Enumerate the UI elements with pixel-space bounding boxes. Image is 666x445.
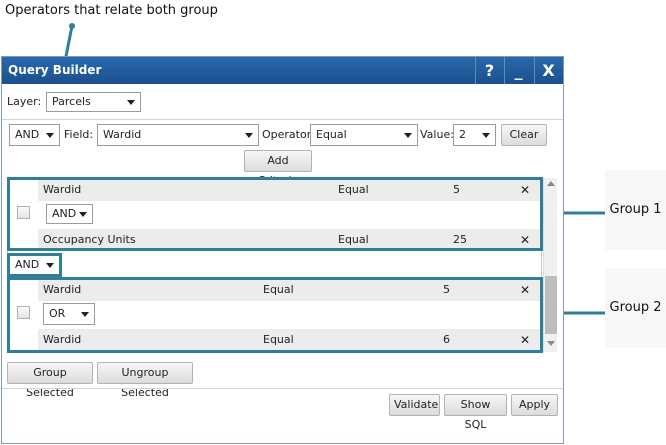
group-2-highlight [7,277,543,353]
operator-select[interactable]: Equal [310,124,418,146]
help-icon[interactable]: ? [475,57,503,84]
between-groups-highlight [7,253,62,277]
value-select[interactable]: 2 [453,124,496,146]
chevron-down-icon [404,133,412,138]
chevron-down-icon [482,133,490,138]
validate-button[interactable]: Validate [389,394,440,416]
query-builder-dialog: Query Builder ? _ X Layer: Parcels AND F… [1,56,564,444]
value-select-value: 2 [459,128,466,141]
group-selected-button[interactable]: Group Selected [7,362,93,399]
add-criteria-button[interactable]: Add Criteria [244,150,312,187]
criteria-join-select[interactable]: AND [9,124,60,146]
divider [2,388,563,389]
scroll-down-icon[interactable] [547,341,555,346]
layer-select[interactable]: Parcels [46,92,141,112]
dialog-title: Query Builder [8,63,102,77]
ungroup-selected-button[interactable]: Ungroup Selected [97,362,193,399]
chevron-down-icon [245,133,253,138]
close-icon[interactable]: X [534,57,562,84]
operator-select-value: Equal [316,128,347,141]
minimize-icon[interactable]: _ [504,57,532,84]
scroll-up-icon[interactable] [547,181,555,186]
layer-select-value: Parcels [52,95,91,108]
annotation-arrow-dot [69,23,75,29]
field-select-value: Wardid [103,128,142,141]
operator-label: Operator: [262,128,315,141]
field-label: Field: [64,128,94,141]
group1-callout: Group 1 [605,170,666,250]
clear-button[interactable]: Clear [501,124,547,146]
criteria-join-value: AND [15,128,40,141]
value-label: Value: [420,128,454,141]
field-select[interactable]: Wardid [97,124,259,146]
chevron-down-icon [46,133,54,138]
apply-button[interactable]: Apply [511,394,558,416]
chevron-down-icon [127,100,135,105]
group-1-highlight [7,177,543,251]
dialog-titlebar: Query Builder ? _ X [2,57,563,84]
layer-label: Layer: [7,95,42,108]
criteria-scrollbar[interactable] [543,178,557,352]
group2-callout: Group 2 [605,268,666,348]
show-sql-button[interactable]: Show SQL [444,394,507,431]
scroll-thumb[interactable] [545,276,557,334]
divider [2,119,563,120]
